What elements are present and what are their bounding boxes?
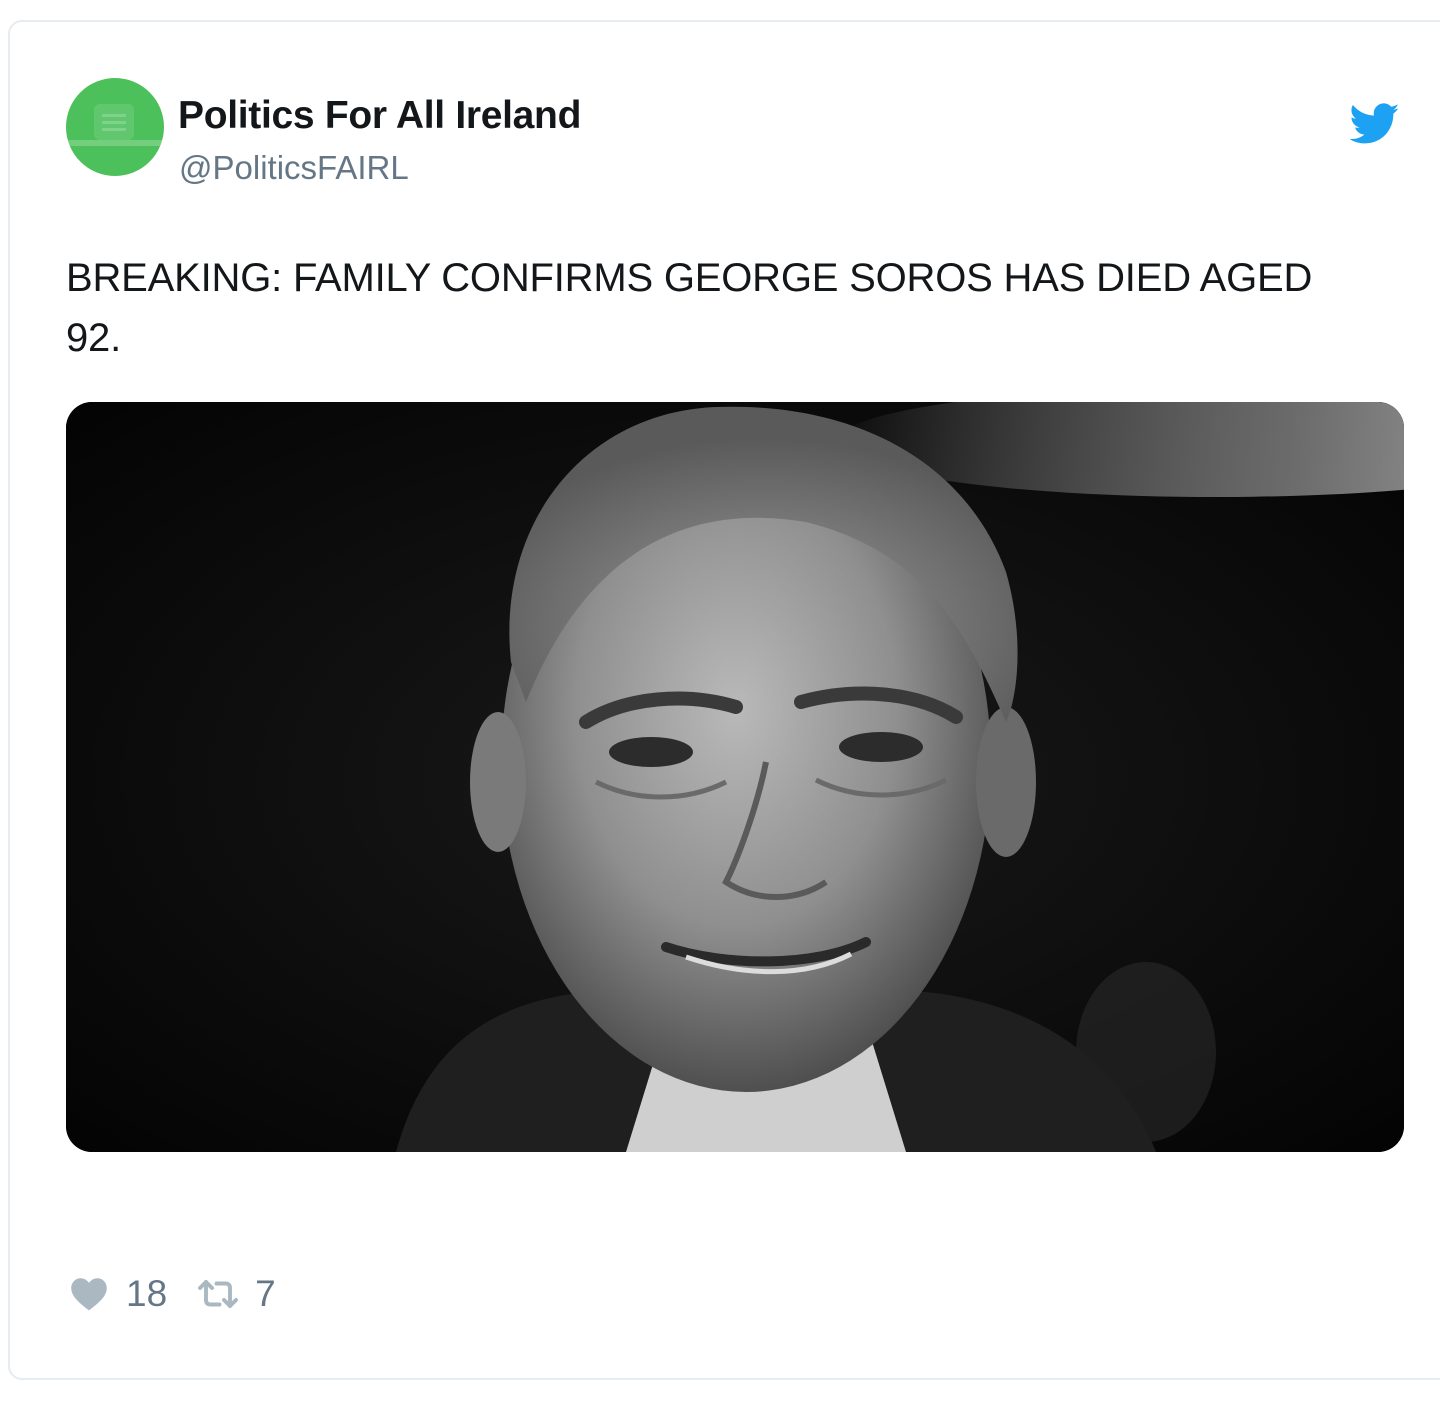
avatar-caption bbox=[66, 140, 164, 146]
avatar[interactable] bbox=[66, 78, 164, 176]
heart-icon[interactable] bbox=[70, 1277, 108, 1311]
portrait-image bbox=[66, 402, 1404, 1152]
like-count: 18 bbox=[126, 1273, 168, 1314]
tweet-actions: 18 7 bbox=[70, 1273, 276, 1314]
twitter-bird-icon[interactable] bbox=[1350, 102, 1400, 146]
retweet-count: 7 bbox=[255, 1273, 276, 1314]
avatar-logo bbox=[94, 104, 134, 140]
user-handle[interactable]: @PoliticsFAIRL bbox=[179, 149, 409, 187]
display-name[interactable]: Politics For All Ireland bbox=[178, 94, 581, 138]
tweet-card[interactable]: Politics For All Ireland @PoliticsFAIRL … bbox=[8, 20, 1440, 1380]
tweet-text: BREAKING: FAMILY CONFIRMS GEORGE SOROS H… bbox=[66, 256, 1313, 360]
tweet-photo[interactable] bbox=[66, 402, 1404, 1152]
retweet-icon[interactable] bbox=[197, 1279, 239, 1309]
